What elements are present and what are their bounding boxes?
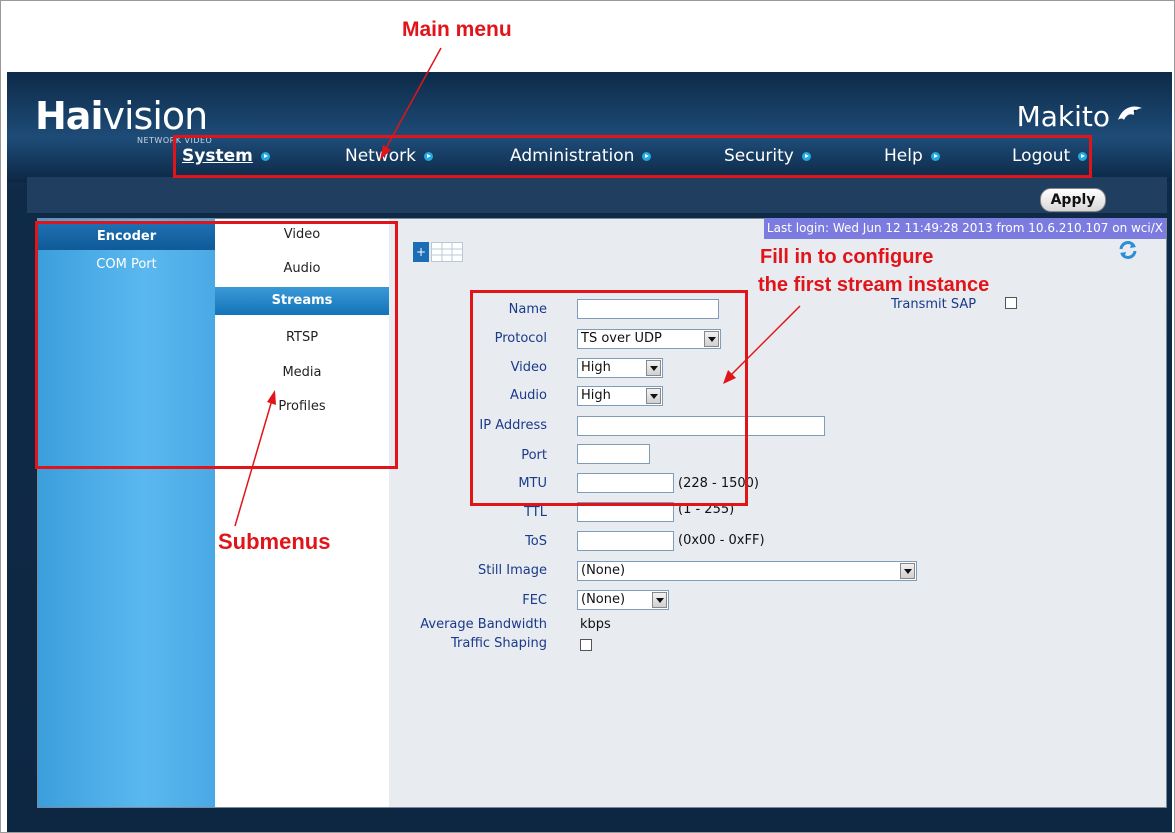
arrow-head [380, 145, 391, 160]
arrow-head [267, 390, 276, 405]
annotation-arrows [234, 47, 801, 527]
fill-in-annotation-line2: the first stream instance [758, 274, 990, 296]
fill-in-annotation-line1: Fill in to configure [760, 246, 934, 268]
submenus-annotation: Submenus [218, 529, 331, 554]
